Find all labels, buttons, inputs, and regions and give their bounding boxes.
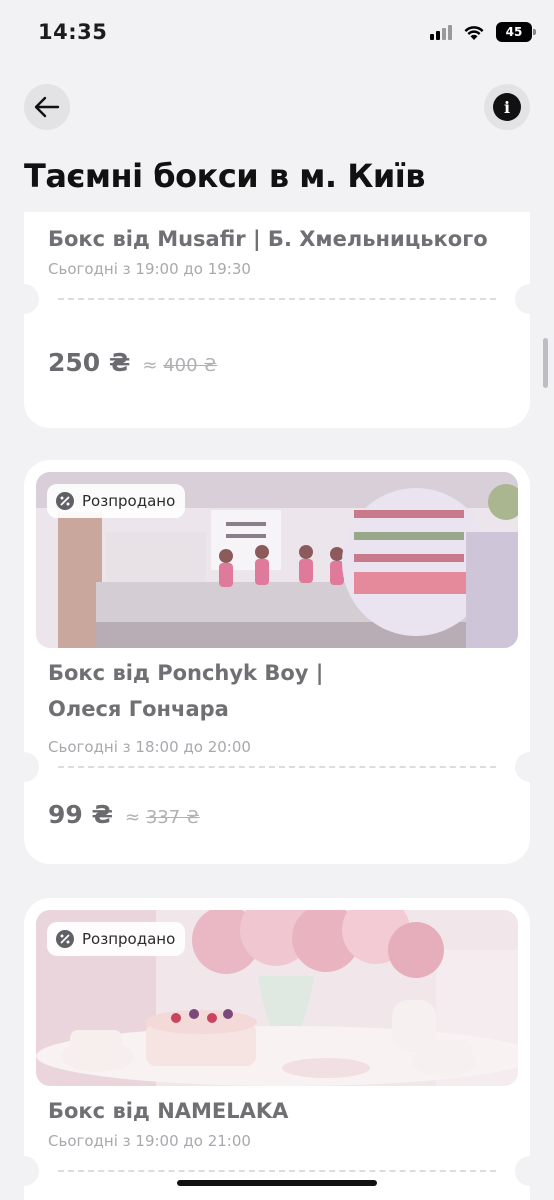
- dashed-divider: [58, 1170, 496, 1172]
- box-price: 250 ₴: [48, 348, 131, 377]
- sold-out-label: Розпродано: [82, 492, 176, 510]
- scrollbar-thumb[interactable]: [543, 338, 548, 388]
- price-row: 250 ₴ ≈ 400 ₴: [48, 348, 217, 377]
- arrow-left-icon: [34, 96, 60, 118]
- price-row: 99 ₴ ≈ 337 ₴: [48, 800, 200, 829]
- back-button[interactable]: [24, 84, 70, 130]
- box-card-namelaka[interactable]: Розпродано Бокс від NAMELAKA Сьогодні з …: [24, 898, 530, 1200]
- dashed-divider: [58, 766, 496, 768]
- ticket-notch-right: [515, 752, 530, 782]
- info-icon: i: [493, 93, 521, 121]
- box-card-musafir[interactable]: Бокс від Musafir | Б. Хмельницького Сьог…: [24, 212, 530, 428]
- old-price-value: 337 ₴: [145, 807, 200, 828]
- old-price: ≈ 400 ₴: [142, 355, 217, 376]
- box-list[interactable]: Бокс від Musafir | Б. Хмельницького Сьог…: [0, 212, 554, 1200]
- battery-icon: 45: [496, 22, 536, 42]
- box-price: 99 ₴: [48, 800, 113, 829]
- ticket-notch-left: [24, 752, 39, 782]
- ticket-notch-left: [24, 284, 39, 314]
- approx-sign: ≈: [124, 807, 141, 828]
- percent-badge-icon: [56, 492, 74, 510]
- wifi-icon: [464, 26, 484, 40]
- ticket-notch-right: [515, 284, 530, 314]
- box-title: Бокс від Musafir | Б. Хмельницького: [48, 227, 488, 251]
- box-photo-donut-shop: Розпродано: [36, 472, 518, 648]
- ticket-notch-left: [24, 1156, 39, 1186]
- status-icons: 45: [430, 22, 536, 42]
- box-time: Сьогодні з 19:00 до 19:30: [48, 260, 251, 278]
- page-title: Таємні бокси в м. Київ: [24, 157, 425, 195]
- box-time: Сьогодні з 19:00 до 21:00: [48, 1132, 251, 1150]
- box-card-ponchyk-boy[interactable]: Розпродано Бокс від Ponchyk Boy | Олеся …: [24, 460, 530, 864]
- old-price: ≈ 337 ₴: [125, 807, 200, 828]
- sold-out-badge: Розпродано: [47, 922, 186, 956]
- ticket-notch-right: [515, 1156, 530, 1186]
- cellular-signal-icon: [430, 24, 452, 40]
- box-title-line-1: Бокс від Ponchyk Boy |: [48, 661, 324, 685]
- info-button[interactable]: i: [484, 84, 530, 130]
- old-price-value: 400 ₴: [163, 355, 218, 376]
- box-title-line-2: Олеся Гончара: [48, 697, 229, 721]
- sold-out-label: Розпродано: [82, 930, 176, 948]
- sold-out-badge: Розпродано: [47, 484, 186, 518]
- percent-badge-icon: [56, 930, 74, 948]
- box-time: Сьогодні з 18:00 до 20:00: [48, 738, 251, 756]
- box-title: Бокс від NAMELAKA: [48, 1099, 289, 1123]
- box-photo-cafe-table: Розпродано: [36, 910, 518, 1086]
- approx-sign: ≈: [142, 355, 158, 376]
- home-indicator[interactable]: [177, 1180, 377, 1186]
- dashed-divider: [58, 298, 496, 300]
- status-bar: 14:35 45: [0, 0, 554, 66]
- status-time: 14:35: [38, 20, 108, 44]
